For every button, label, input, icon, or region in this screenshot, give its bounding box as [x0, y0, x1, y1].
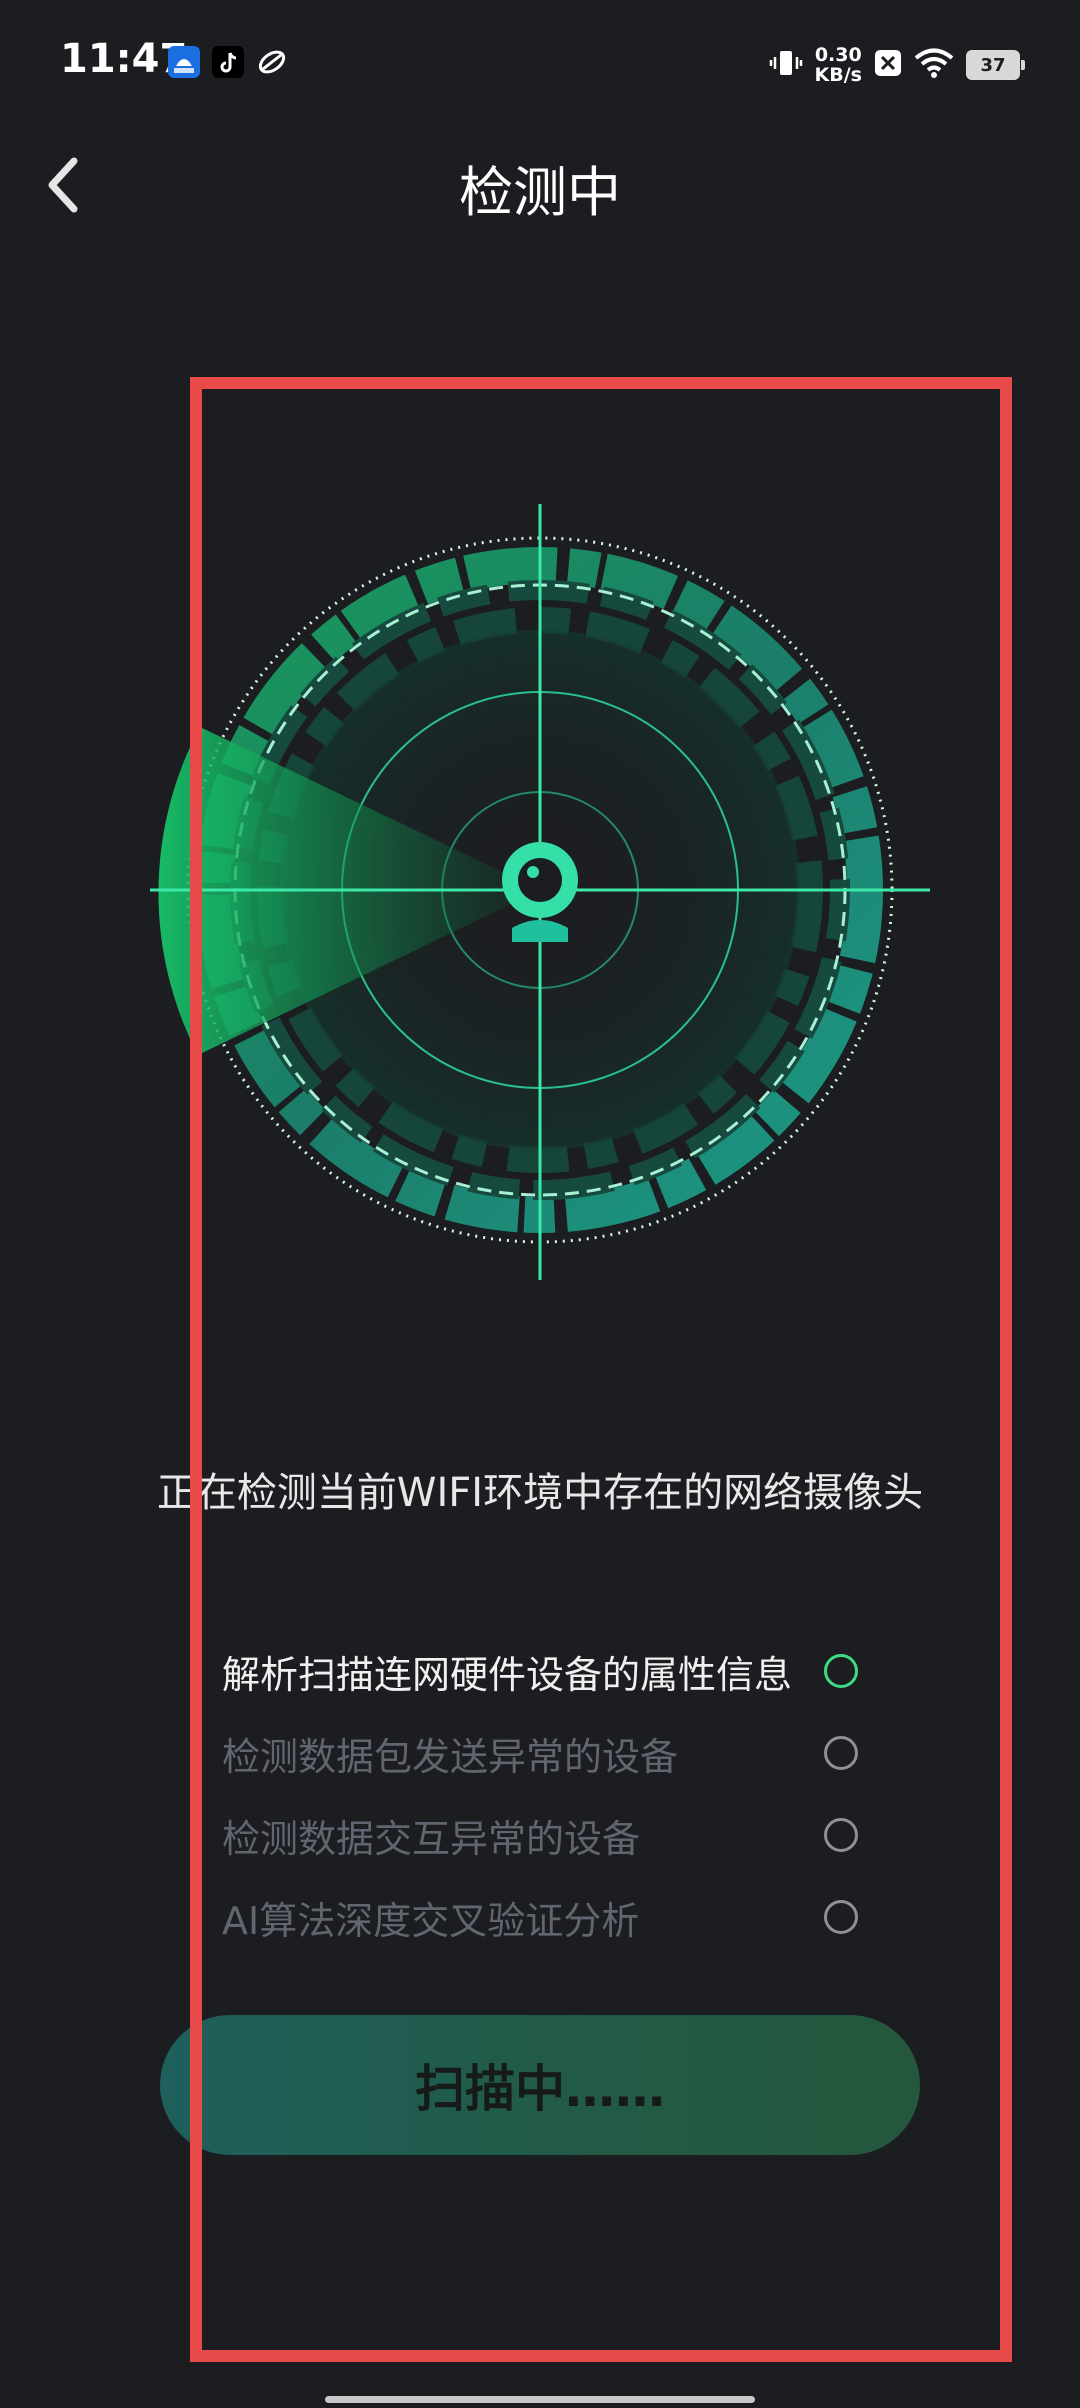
step-item: 检测数据交互异常的设备 — [222, 1794, 862, 1876]
battery-level: 37 — [980, 54, 1006, 76]
step-item: 解析扫描连网硬件设备的属性信息 — [222, 1630, 862, 1712]
step-status-circle-icon — [824, 1900, 858, 1934]
network-speed: 0.30 KB/s — [815, 45, 862, 85]
scan-button[interactable]: 扫描中…… — [160, 2015, 920, 2155]
step-item: 检测数据包发送异常的设备 — [222, 1712, 862, 1794]
status-bar: 11:47 0.30 KB/s 37 — [0, 0, 1080, 128]
network-speed-unit: KB/s — [814, 64, 862, 86]
step-status-circle-icon — [824, 1818, 858, 1852]
step-label: 检测数据交互异常的设备 — [222, 1816, 641, 1861]
step-item: AI算法深度交叉验证分析 — [222, 1876, 862, 1958]
tiktok-icon — [212, 46, 244, 78]
step-status-circle-icon — [824, 1736, 858, 1770]
status-indicators: 0.30 KB/s 37 — [769, 40, 1025, 90]
app-icon-leaf — [256, 46, 288, 78]
step-label: 检测数据包发送异常的设备 — [222, 1734, 679, 1779]
page-title: 检测中 — [459, 161, 621, 224]
step-label: 解析扫描连网硬件设备的属性信息 — [222, 1652, 793, 1697]
step-status-circle-icon — [824, 1654, 858, 1688]
wifi-icon — [914, 47, 954, 83]
scan-button-label: 扫描中…… — [415, 2060, 665, 2118]
radar-scanner — [150, 500, 930, 1280]
detect-description: 正在检测当前WIFI环境中存在的网络摄像头 — [156, 1470, 924, 1516]
detection-steps: 解析扫描连网硬件设备的属性信息 检测数据包发送异常的设备 检测数据交互异常的设备… — [222, 1630, 862, 1958]
step-label: AI算法深度交叉验证分析 — [222, 1898, 640, 1943]
close-box-icon — [874, 49, 902, 81]
network-speed-value: 0.30 — [814, 44, 862, 66]
vibrate-icon — [769, 46, 803, 84]
home-indicator[interactable] — [325, 2396, 755, 2403]
battery-icon: 37 — [966, 50, 1025, 80]
app-icon-blue — [168, 46, 200, 78]
